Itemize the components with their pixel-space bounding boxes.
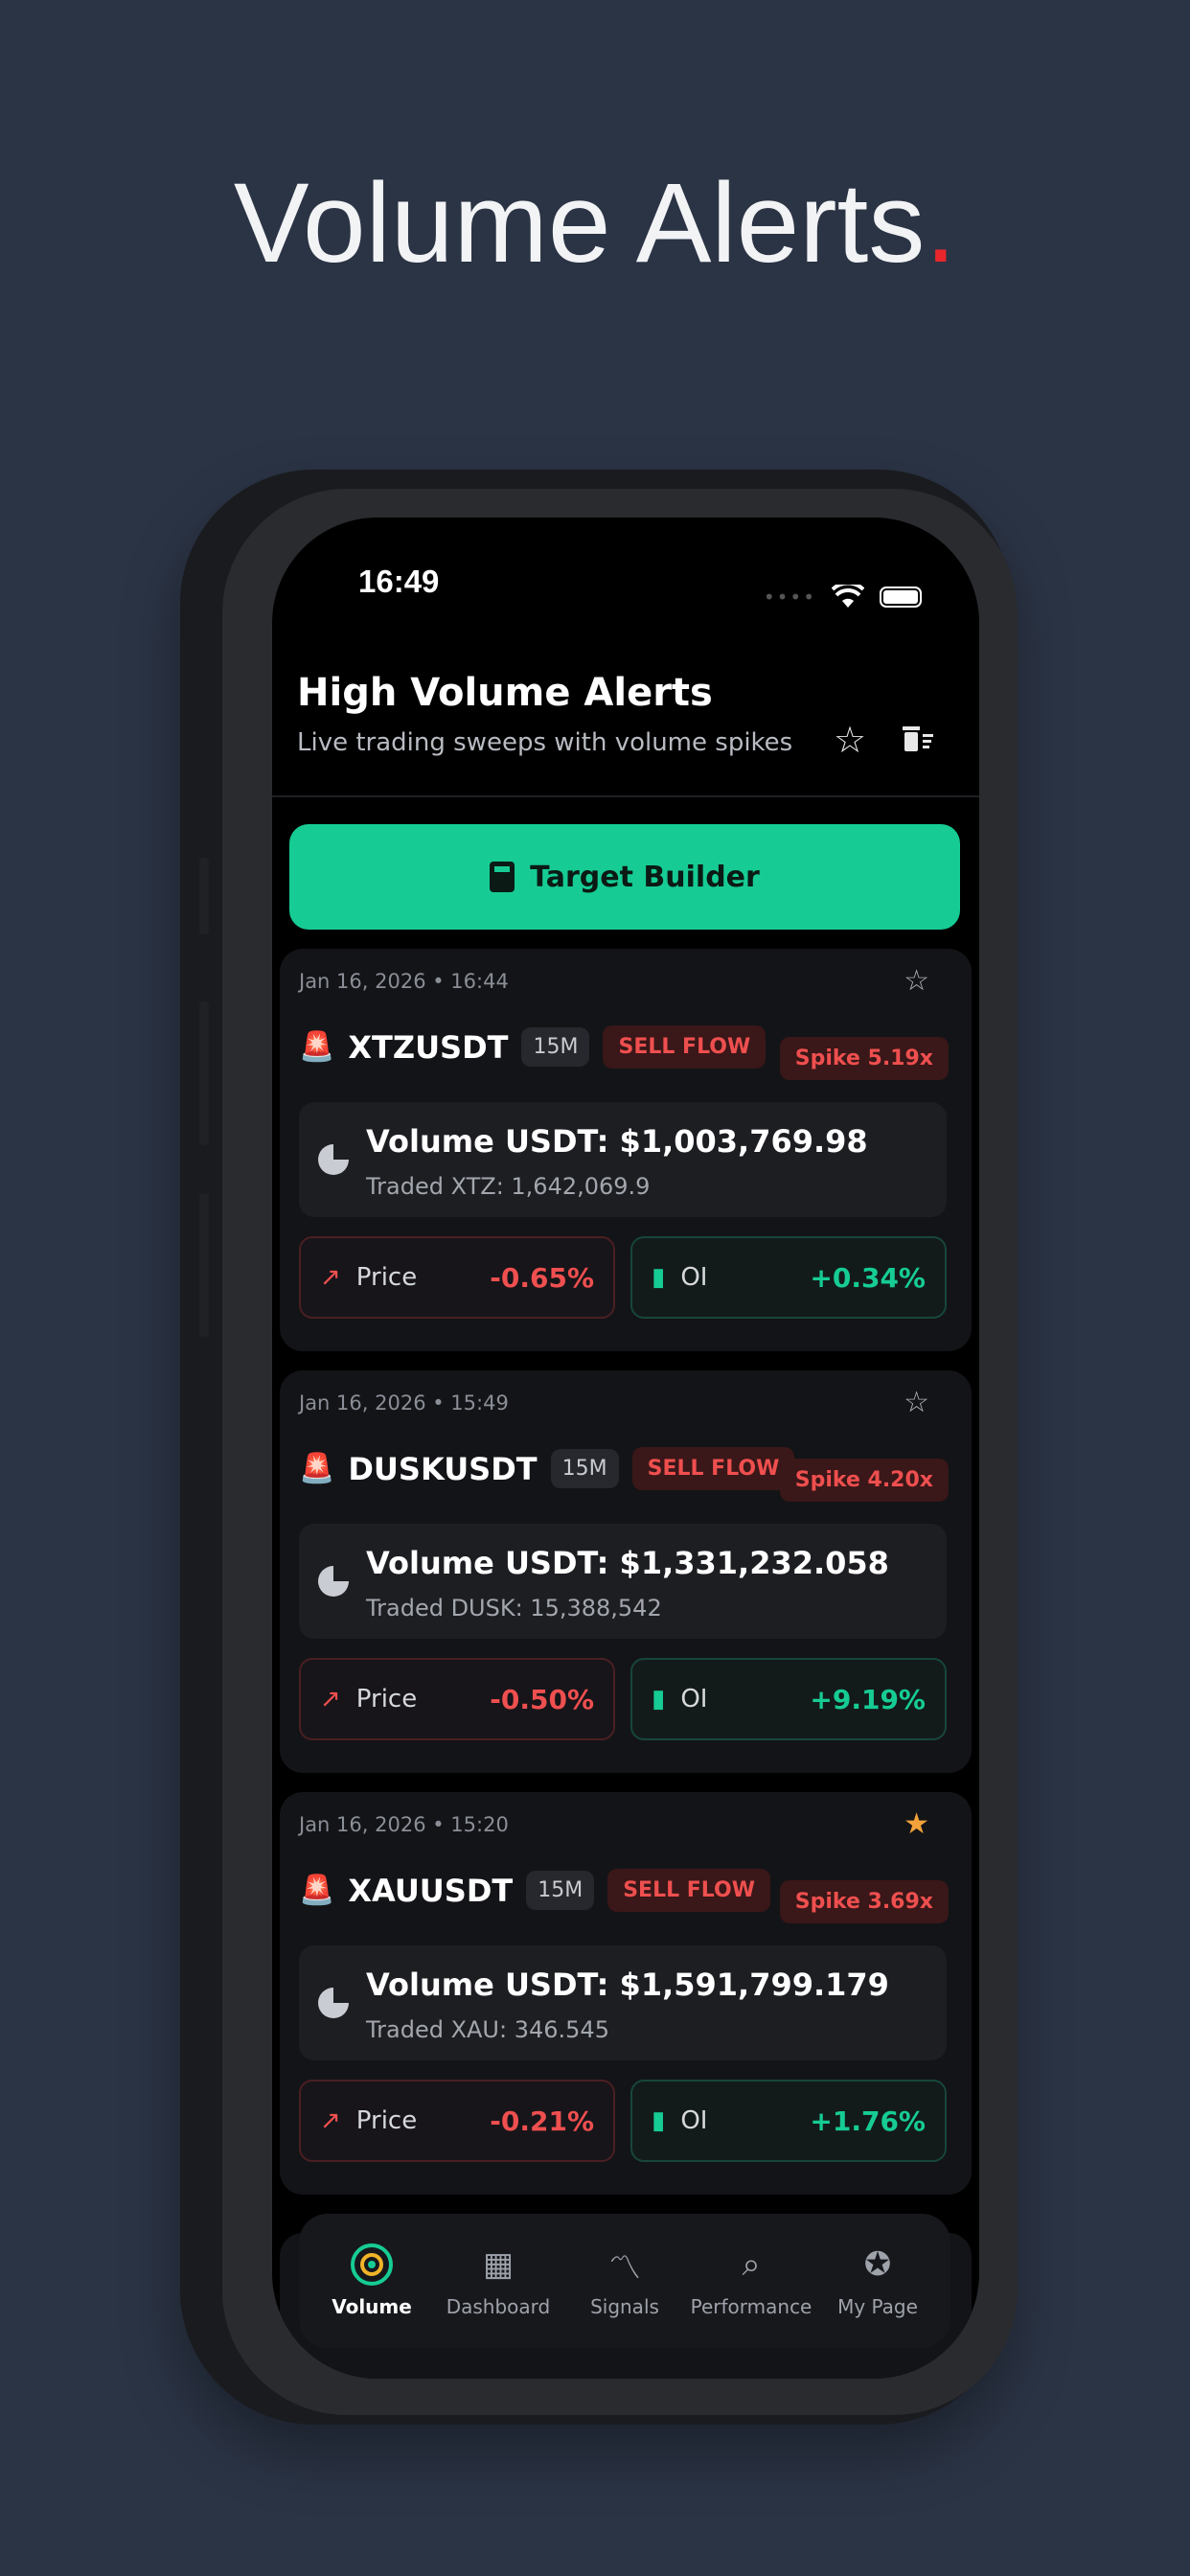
star-icon[interactable]: ☆ <box>904 1386 929 1419</box>
alert-date: Jan 16, 2026 • 16:44 <box>299 970 509 993</box>
oi-metric: ▮ OI +0.34% <box>630 1236 947 1319</box>
spike-badge: Spike 3.69x <box>779 1880 949 1923</box>
traded-amount: Traded DUSK: 15,388,542 <box>366 1595 662 1622</box>
side-button <box>199 858 209 934</box>
flow-badge: SELL FLOW <box>631 1447 795 1490</box>
flow-badge: SELL FLOW <box>603 1025 767 1069</box>
oi-label: OI <box>680 1685 708 1714</box>
battery-icon <box>880 586 922 608</box>
trend-down-icon: ↗ <box>320 2106 341 2135</box>
bar-chart-icon: ▮ <box>652 1685 666 1714</box>
headline-dot: . <box>925 160 957 287</box>
symbol: DUSKUSDT <box>348 1450 538 1487</box>
trend-down-icon: ↗ <box>320 1685 341 1714</box>
notch <box>483 518 770 610</box>
siren-icon: 🚨 <box>299 1452 335 1485</box>
star-icon[interactable]: ☆ <box>834 719 866 761</box>
siren-icon: 🚨 <box>299 1030 335 1064</box>
symbol-row: 🚨 DUSKUSDT 15M SELL FLOW <box>299 1447 795 1490</box>
oi-metric: ▮ OI +9.19% <box>630 1658 947 1740</box>
alert-date: Jan 16, 2026 • 15:20 <box>299 1813 509 1836</box>
status-time: 16:49 <box>358 564 440 599</box>
wifi-icon <box>832 585 864 608</box>
price-metric: ↗ Price -0.21% <box>299 2080 615 2162</box>
star-icon[interactable]: ☆ <box>904 964 929 998</box>
oi-change: +1.76% <box>810 2104 926 2137</box>
badge-icon: ✪ <box>863 2245 892 2284</box>
star-filled-icon[interactable]: ★ <box>904 1807 929 1841</box>
alert-card[interactable]: Jan 16, 2026 • 15:20 ★ 🚨 XAUUSDT 15M SEL… <box>280 1792 972 2195</box>
price-metric: ↗ Price -0.50% <box>299 1658 615 1740</box>
status-icons: •••• <box>764 585 922 610</box>
tab-label: Volume <box>332 2295 412 2318</box>
oi-change: +0.34% <box>810 1261 926 1294</box>
price-label: Price <box>355 2106 418 2135</box>
traded-amount: Traded XTZ: 1,642,069.9 <box>366 1173 651 1200</box>
spike-badge: Spike 5.19x <box>779 1037 949 1080</box>
tab-label: Signals <box>590 2295 659 2318</box>
symbol-row: 🚨 XAUUSDT 15M SELL FLOW <box>299 1869 771 1912</box>
tab-my-page[interactable]: ✪ My Page <box>820 2243 935 2318</box>
tab-label: Dashboard <box>446 2295 551 2318</box>
oi-change: +9.19% <box>810 1683 926 1715</box>
timeframe-badge: 15M <box>526 1871 595 1910</box>
trend-down-icon: ↗ <box>320 1263 341 1292</box>
volume-box: Volume USDT: $1,003,769.98 Traded XTZ: 1… <box>299 1102 947 1217</box>
symbol-row: 🚨 XTZUSDT 15M SELL FLOW <box>299 1025 767 1069</box>
price-label: Price <box>355 1685 418 1714</box>
grid-icon: ▦ <box>482 2245 515 2284</box>
volume-box: Volume USDT: $1,591,799.179 Traded XAU: … <box>299 1945 947 2060</box>
pie-chart-icon <box>318 1988 349 2018</box>
volume-usdt: Volume USDT: $1,331,232.058 <box>366 1545 889 1581</box>
spike-badge: Spike 4.20x <box>779 1459 949 1502</box>
oi-metric: ▮ OI +1.76% <box>630 2080 947 2162</box>
headline: Volume Alerts. <box>233 160 957 287</box>
oi-label: OI <box>680 2106 708 2135</box>
target-builder-label: Target Builder <box>530 860 760 894</box>
price-change: -0.65% <box>490 1261 594 1294</box>
timeframe-badge: 15M <box>550 1449 619 1488</box>
pie-chart-icon <box>318 1144 349 1175</box>
symbol: XTZUSDT <box>348 1028 509 1066</box>
price-label: Price <box>355 1263 418 1292</box>
trash-icon[interactable] <box>899 719 935 764</box>
phone-screen: 16:49 •••• High Volume Alerts Live tradi… <box>272 518 979 2379</box>
timeframe-badge: 15M <box>521 1027 590 1067</box>
calculator-icon <box>490 862 515 892</box>
volume-usdt: Volume USDT: $1,591,799.179 <box>366 1966 889 2003</box>
alert-card[interactable]: Jan 16, 2026 • 16:44 ☆ 🚨 XTZUSDT 15M SEL… <box>280 949 972 1351</box>
signals-icon: 〽 <box>608 2248 641 2288</box>
signal-icon: •••• <box>763 586 816 609</box>
symbol: XAUUSDT <box>348 1872 514 1909</box>
volume-radar-icon <box>351 2243 393 2286</box>
bottom-tab-bar: Volume ▦ Dashboard 〽 Signals ⌕ Performan… <box>299 2214 950 2348</box>
flow-badge: SELL FLOW <box>607 1869 771 1912</box>
bar-chart-icon: ▮ <box>652 1263 666 1292</box>
siren-icon: 🚨 <box>299 1874 335 1907</box>
page-title: High Volume Alerts <box>297 671 713 715</box>
oi-label: OI <box>680 1263 708 1292</box>
price-change: -0.21% <box>490 2104 594 2137</box>
trash-glyph <box>903 726 933 751</box>
traded-amount: Traded XAU: 346.545 <box>366 2016 609 2043</box>
tab-label: My Page <box>837 2295 918 2318</box>
price-metric: ↗ Price -0.65% <box>299 1236 615 1319</box>
tab-performance[interactable]: ⌕ Performance <box>690 2243 812 2318</box>
bar-chart-icon: ▮ <box>652 2106 666 2135</box>
performance-icon: ⌕ <box>742 2245 761 2284</box>
alert-card[interactable]: Jan 16, 2026 • 15:49 ☆ 🚨 DUSKUSDT 15M SE… <box>280 1370 972 1773</box>
volume-usdt: Volume USDT: $1,003,769.98 <box>366 1123 868 1160</box>
target-builder-button[interactable]: Target Builder <box>289 824 960 930</box>
tab-label: Performance <box>690 2295 812 2318</box>
alert-date: Jan 16, 2026 • 15:49 <box>299 1392 509 1414</box>
tab-dashboard[interactable]: ▦ Dashboard <box>441 2243 556 2318</box>
price-change: -0.50% <box>490 1683 594 1715</box>
header-divider <box>272 795 979 797</box>
tab-volume[interactable]: Volume <box>314 2243 429 2318</box>
pie-chart-icon <box>318 1566 349 1597</box>
volume-box: Volume USDT: $1,331,232.058 Traded DUSK:… <box>299 1524 947 1639</box>
tab-signals[interactable]: 〽 Signals <box>567 2243 682 2319</box>
side-button <box>199 1193 209 1337</box>
side-button <box>199 1001 209 1145</box>
